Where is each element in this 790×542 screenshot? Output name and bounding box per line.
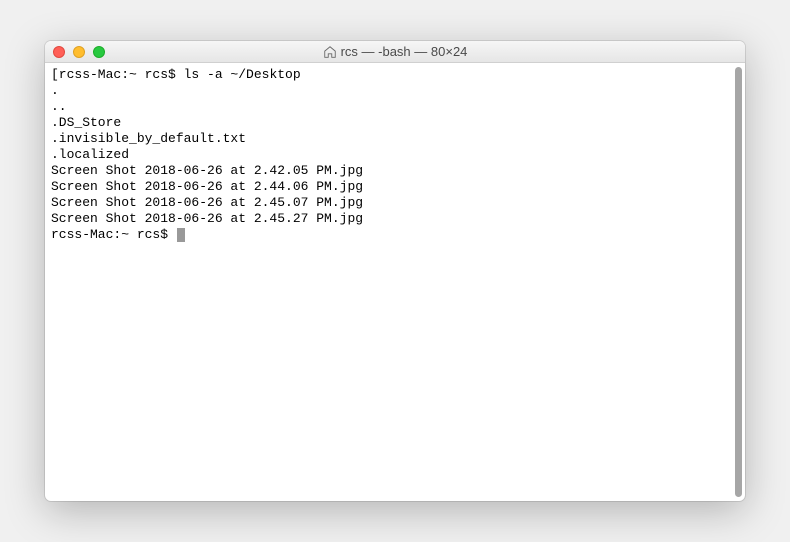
terminal-prompt-line: rcss-Mac:~ rcs$ — [51, 227, 739, 243]
terminal-content[interactable]: [rcss-Mac:~ rcs$ ls -a ~/Desktop....DS_S… — [45, 63, 745, 501]
minimize-button[interactable] — [73, 46, 85, 58]
output-line: .localized — [51, 147, 739, 163]
scrollbar-thumb[interactable] — [735, 67, 742, 497]
terminal-command-line: [rcss-Mac:~ rcs$ ls -a ~/Desktop — [51, 67, 739, 83]
output-line: . — [51, 83, 739, 99]
close-button[interactable] — [53, 46, 65, 58]
output-line: Screen Shot 2018-06-26 at 2.42.05 PM.jpg — [51, 163, 739, 179]
output-line: Screen Shot 2018-06-26 at 2.45.07 PM.jpg — [51, 195, 739, 211]
home-icon — [323, 45, 337, 59]
traffic-lights — [53, 46, 105, 58]
terminal-window: rcs — -bash — 80×24 [rcss-Mac:~ rcs$ ls … — [45, 41, 745, 501]
output-line: Screen Shot 2018-06-26 at 2.44.06 PM.jpg — [51, 179, 739, 195]
scrollbar[interactable] — [729, 67, 744, 497]
window-title: rcs — -bash — 80×24 — [53, 44, 737, 59]
cursor — [177, 228, 185, 242]
output-line: .DS_Store — [51, 115, 739, 131]
output-line: .. — [51, 99, 739, 115]
maximize-button[interactable] — [93, 46, 105, 58]
title-bar[interactable]: rcs — -bash — 80×24 — [45, 41, 745, 63]
prompt-prefix: [rcss-Mac:~ rcs$ — [51, 67, 184, 82]
output-line: .invisible_by_default.txt — [51, 131, 739, 147]
window-title-text: rcs — -bash — 80×24 — [341, 44, 468, 59]
prompt-text: rcss-Mac:~ rcs$ — [51, 227, 176, 242]
command-text: ls -a ~/Desktop — [184, 67, 301, 82]
output-line: Screen Shot 2018-06-26 at 2.45.27 PM.jpg — [51, 211, 739, 227]
